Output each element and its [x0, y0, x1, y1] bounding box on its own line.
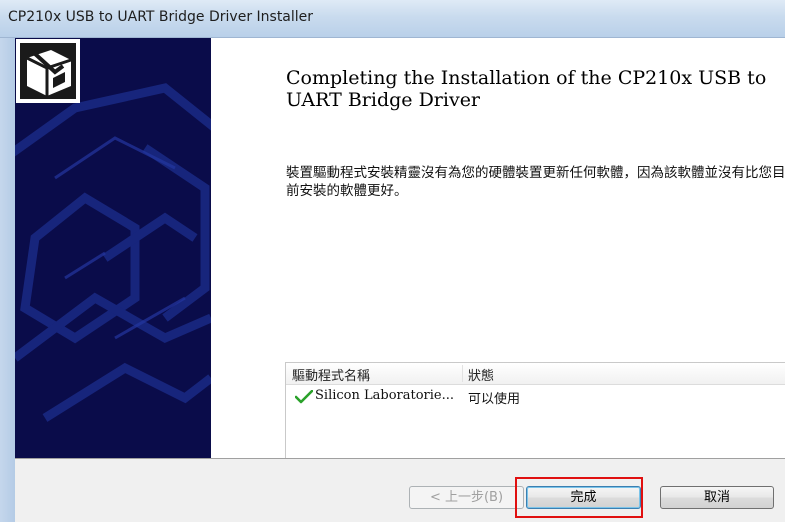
title-bar[interactable]: CP210x USB to UART Bridge Driver Install…	[0, 0, 785, 38]
list-header: 驅動程式名稱 狀態	[286, 363, 785, 385]
window-title: CP210x USB to UART Bridge Driver Install…	[8, 9, 314, 25]
button-bar: < 上一步(B) 完成 取消	[15, 458, 785, 522]
checkmark-icon	[295, 390, 313, 404]
column-separator	[462, 365, 463, 382]
driver-name: Silicon Laboratorie...	[315, 388, 455, 403]
highlight-annotation	[515, 477, 643, 518]
list-item[interactable]: Silicon Laboratorie... 可以使用	[286, 386, 785, 408]
window-frame-left	[0, 38, 15, 522]
installer-box-icon	[16, 39, 80, 103]
wizard-banner	[15, 38, 211, 458]
cancel-button[interactable]: 取消	[660, 486, 774, 509]
page-title: Completing the Installation of the CP210…	[286, 67, 767, 111]
driver-status: 可以使用	[468, 392, 521, 407]
column-header-status[interactable]: 狀態	[468, 365, 494, 384]
back-button[interactable]: < 上一步(B)	[409, 486, 524, 509]
page-description: 裝置驅動程式安裝精靈沒有為您的硬體裝置更新任何軟體，因為該軟體並沒有比您目前安裝…	[286, 165, 785, 199]
column-header-driver-name[interactable]: 驅動程式名稱	[292, 365, 370, 384]
driver-list[interactable]: 驅動程式名稱 狀態 Silicon Laboratorie... 可以使用	[285, 362, 785, 458]
wizard-content: Completing the Installation of the CP210…	[15, 38, 785, 458]
